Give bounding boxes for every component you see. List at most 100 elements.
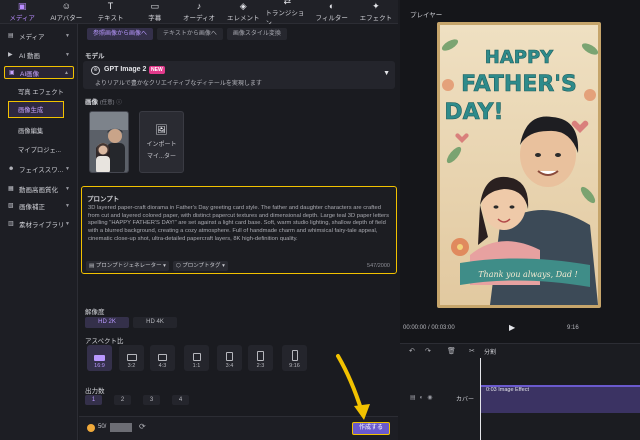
toolbar-effect[interactable]: ✦ エフェクト xyxy=(354,0,398,23)
sidebar-sub-my-projects[interactable]: マイプロジェ... xyxy=(18,145,61,154)
aspect-1-1[interactable]: 1:1 xyxy=(184,345,209,371)
top-toolbar: ▣ メディア ☺ AIアバター T テキスト ▭ 字幕 ♪ オーディオ ◈ エレメント ⇄ ト… xyxy=(0,0,398,27)
chevron-up-icon: ▲ xyxy=(64,69,69,76)
prompt-icon: ▤ xyxy=(89,263,95,269)
count-label: 出力数 xyxy=(85,388,105,395)
aspect-9-16[interactable]: 9:16 xyxy=(282,345,307,371)
undo-icon[interactable]: ↶ xyxy=(409,347,415,355)
toolbar-subtitle[interactable]: ▭ 字幕 xyxy=(133,0,177,23)
sidebar-item-ai-video[interactable]: ▶ AI 動画 ▼ xyxy=(4,48,74,61)
image-label: 画像 (任意) ⓘ xyxy=(85,99,122,106)
aspect-3-2[interactable]: 3:2 xyxy=(119,345,144,371)
folder-icon: ▤ xyxy=(8,33,14,39)
card-title-happy: HAPPY xyxy=(485,47,554,68)
card-ribbon-text: Thank you always, Dad ! xyxy=(478,270,578,279)
resolution-label: 解像度 xyxy=(85,309,105,316)
image-generation-panel: 参照画像から画像へ テキストから画像へ 画像スタイル変換 モデル ⊛ GPT I… xyxy=(79,24,398,440)
sidebar-item-image-fix[interactable]: ▧ 画像補正 ▼ xyxy=(4,199,74,212)
preview-image: HAPPY FATHER'S DAY! Thank you always, Da… xyxy=(437,22,601,308)
delete-icon[interactable]: 🗑 xyxy=(447,347,456,355)
openai-icon: ⊛ xyxy=(91,66,100,75)
count-1[interactable]: 1 xyxy=(85,395,102,405)
chevron-down-icon: ▼ xyxy=(383,70,390,77)
chevron-down-icon: ▼ xyxy=(65,185,70,192)
prompt-label: プロンプト xyxy=(87,196,120,203)
prompt-box[interactable]: プロンプト 3D layered paper-craft diorama in … xyxy=(81,186,397,274)
split-label[interactable]: 分割 xyxy=(484,347,496,356)
tab-style-transfer[interactable]: 画像スタイル変換 xyxy=(226,28,287,40)
aspect-dropdown[interactable]: 9:16 xyxy=(567,325,579,331)
credit-coin-icon xyxy=(87,424,95,432)
prompt-textarea[interactable]: 3D layered paper-craft diorama in Father… xyxy=(88,205,393,244)
model-select[interactable]: ⊛ GPT Image 2 NEW よりリアルで豊かなクリエイティブなディテール… xyxy=(83,61,395,89)
aspect-16-9[interactable]: 16:9 xyxy=(87,345,112,371)
toolbar-ai-avatar[interactable]: ☺ AIアバター xyxy=(44,0,88,23)
model-description: よりリアルで豊かなクリエイティブなディテールを実現します xyxy=(95,81,262,87)
audio-icon: ♪ xyxy=(196,0,202,11)
import-button[interactable]: 🖼 インポート マイ...ター xyxy=(139,111,184,173)
split-icon[interactable]: ✂ xyxy=(469,347,475,355)
tab-ref-image[interactable]: 参照画像から画像へ xyxy=(87,28,154,40)
card-title-fathers: FATHER'S xyxy=(461,72,577,97)
toolbar-text[interactable]: T テキスト xyxy=(88,0,132,23)
refresh-icon[interactable]: ⟳ xyxy=(139,422,146,431)
track-controls[interactable]: ▤◐◉ xyxy=(410,394,437,401)
count-2[interactable]: 2 xyxy=(114,395,131,405)
aspect-3-4[interactable]: 3:4 xyxy=(217,345,242,371)
prompt-tag-button[interactable]: ⬡ プロンプトタグ ▾ xyxy=(172,261,228,271)
mode-tabs: 参照画像から画像へ テキストから画像へ 画像スタイル変換 xyxy=(87,28,287,40)
sidebar-item-media[interactable]: ▤ メディア ▼ xyxy=(4,29,74,42)
image-add-icon: 🖼 xyxy=(155,124,168,136)
aspect-4-3[interactable]: 4:3 xyxy=(150,345,175,371)
count-4[interactable]: 4 xyxy=(172,395,189,405)
prompt-generator-button[interactable]: ▤ プロンプトジェネレーター ▾ xyxy=(86,261,169,271)
media-icon: ▣ xyxy=(17,0,27,11)
subtitle-icon: ▭ xyxy=(150,0,160,11)
toolbar-element[interactable]: ◈ エレメント xyxy=(221,0,265,23)
sidebar-sub-image-edit[interactable]: 画像編集 xyxy=(18,126,43,135)
sidebar-sub-photo-effect[interactable]: 写真 エフェクト xyxy=(18,87,64,96)
credit-count: 50/ xyxy=(98,424,107,430)
model-name: GPT Image 2 xyxy=(104,66,147,73)
credit-redacted xyxy=(110,423,132,432)
count-3[interactable]: 3 xyxy=(143,395,160,405)
resolution-4k[interactable]: HD 4K xyxy=(133,317,177,328)
new-badge: NEW xyxy=(149,66,165,74)
sidebar: ▤ メディア ▼ ▶ AI 動画 ▼ ▣ AI画像 ▲ 写真 エフェクト 画像生成 画像編集… xyxy=(0,24,78,440)
face-icon: ☻ xyxy=(8,165,15,172)
toolbar-media[interactable]: ▣ メディア xyxy=(0,0,44,23)
player-title: プレイヤー xyxy=(410,12,443,19)
timeline-playhead[interactable] xyxy=(480,358,481,440)
info-icon: ⓘ xyxy=(116,100,122,106)
sidebar-sub-image-generate[interactable]: 画像生成 xyxy=(8,101,64,118)
generate-button[interactable]: 作成する xyxy=(352,422,390,435)
track-label: カバー xyxy=(456,397,475,403)
sidebar-item-library[interactable]: ▥ 素材ライブラリ ▼ xyxy=(4,217,74,230)
image-icon: ▣ xyxy=(9,70,15,76)
prompt-char-count: 547/2000 xyxy=(367,263,390,269)
reference-image-thumbnail[interactable] xyxy=(89,111,129,173)
chevron-down-icon: ▼ xyxy=(65,220,70,227)
sidebar-item-face-swap[interactable]: ☻ フェイススワ... ▼ xyxy=(4,162,74,175)
upscale-icon: ▦ xyxy=(8,186,14,192)
aspect-2-3[interactable]: 2:3 xyxy=(248,345,273,371)
chevron-down-icon: ▼ xyxy=(65,32,70,39)
effect-icon: ✦ xyxy=(372,0,380,11)
fix-icon: ▧ xyxy=(8,203,14,209)
redo-icon[interactable]: ↷ xyxy=(425,347,431,355)
toolbar-filter[interactable]: ◐ フィルター xyxy=(310,0,354,23)
play-icon[interactable]: ▶ xyxy=(509,323,515,332)
tab-text-to-image[interactable]: テキストから画像へ xyxy=(157,28,223,40)
transition-icon: ⇄ xyxy=(283,0,292,6)
toolbar-audio[interactable]: ♪ オーディオ xyxy=(177,0,221,23)
toolbar-transition[interactable]: ⇄ トランジション xyxy=(265,0,309,27)
aspect-label: アスペクト比 xyxy=(85,338,124,345)
chevron-down-icon: ▼ xyxy=(65,165,70,172)
resolution-2k[interactable]: HD 2K xyxy=(85,317,129,328)
avatar-icon: ☺ xyxy=(61,0,71,11)
model-label: モデル xyxy=(85,53,105,60)
sidebar-item-ai-image[interactable]: ▣ AI画像 ▲ xyxy=(4,66,74,79)
chevron-down-icon: ▼ xyxy=(65,51,70,58)
filter-icon: ◐ xyxy=(328,0,335,11)
sidebar-item-upscale[interactable]: ▦ 動画高画質化 ▼ xyxy=(4,182,74,195)
